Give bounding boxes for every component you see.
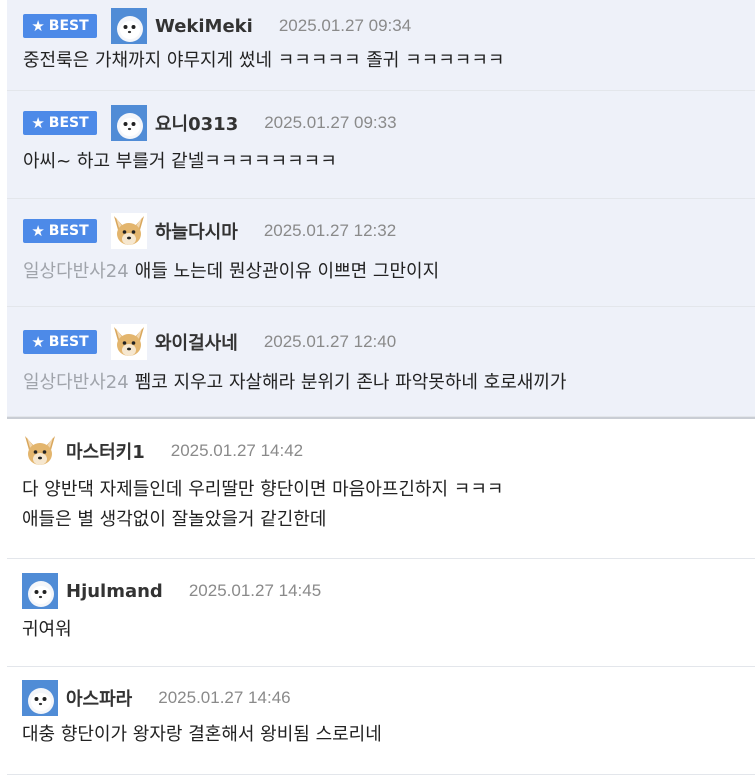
comment-body: 귀여워: [22, 615, 755, 645]
comment-line: 대충 향단이가 왕자랑 결혼해서 왕비됨 스로리네: [22, 720, 755, 750]
best-badge-label: BEST: [48, 223, 89, 239]
comment-body: 일상다반사24 펨코 지우고 자살해라 분위기 존나 파악못하네 호로새끼가: [23, 368, 755, 398]
comment-timestamp: 2025.01.27 14:42: [170, 441, 304, 460]
star-icon: ★: [31, 221, 45, 240]
best-badge: ★ BEST: [23, 330, 97, 354]
comment-body: 다 양반댁 자제들인데 우리딸만 향단이면 마음아프긴하지 ㅋㅋㅋ 애들은 별 생…: [22, 475, 755, 535]
best-badge: ★ BEST: [23, 219, 97, 243]
avatar-seal-icon[interactable]: [22, 680, 58, 716]
user-nickname[interactable]: 와이걸사네: [155, 329, 238, 355]
comment-line: 일상다반사24 펨코 지우고 자살해라 분위기 존나 파악못하네 호로새끼가: [23, 368, 755, 398]
comment-timestamp: 2025.01.27 12:40: [263, 332, 397, 351]
comment: 마스터키1 2025.01.27 14:42 다 양반댁 자제들인데 우리딸만 향단…: [7, 419, 755, 559]
user-nickname[interactable]: 하늘다시마: [155, 218, 238, 244]
comment-header: 아스파라 2025.01.27 14:46: [22, 680, 755, 716]
comment-text: 대충 향단이가 왕자랑 결혼해서 왕비됨 스로리네: [22, 724, 382, 745]
best-badge: ★ BEST: [23, 111, 97, 135]
comment-timestamp: 2025.01.27 14:45: [188, 581, 322, 600]
comment-body: 중전룩은 가채까지 야무지게 썼네 ㅋㅋㅋㅋㅋ 졸귀 ㅋㅋㅋㅋㅋㅋ: [23, 46, 755, 76]
best-comment: ★ BEST 와이걸사네 2025.01.27 12:40 일상다반사24 펨코 지우고 …: [7, 307, 755, 417]
best-comment: ★ BEST WekiMeki 2025.01.27 09:34 중전룩은 가채까지 야…: [7, 0, 755, 91]
comment-header: ★ BEST 요니0313 2025.01.27 09:33: [23, 105, 755, 141]
best-badge-label: BEST: [48, 334, 89, 350]
user-nickname[interactable]: 마스터키1: [66, 438, 145, 464]
comment-text: 펨코 지우고 자살해라 분위기 존나 파악못하네 호로새끼가: [134, 372, 567, 393]
user-nickname[interactable]: 아스파라: [66, 685, 132, 711]
star-icon: ★: [31, 113, 45, 132]
comment-line: 귀여워: [22, 615, 755, 645]
avatar-dog-icon[interactable]: [22, 433, 58, 469]
comment-header: ★ BEST 하늘다시마 2025.01.27 12:32: [23, 213, 755, 249]
best-comment: ★ BEST 하늘다시마 2025.01.27 12:32 일상다반사24 애들 노는데 …: [7, 199, 755, 307]
comment-list: ★ BEST WekiMeki 2025.01.27 09:34 중전룩은 가채까지 야…: [0, 0, 755, 775]
best-badge: ★ BEST: [23, 14, 97, 38]
board-tag[interactable]: 일상다반사24: [23, 261, 129, 282]
avatar-seal-icon[interactable]: [22, 573, 58, 609]
comment-body: 아씨~ 하고 부를거 같넬ㅋㅋㅋㅋㅋㅋㅋㅋ: [23, 147, 755, 177]
comment-header: Hjulmand 2025.01.27 14:45: [22, 573, 755, 609]
user-nickname[interactable]: Hjulmand: [66, 581, 163, 602]
comment-line: 다 양반댁 자제들인데 우리딸만 향단이면 마음아프긴하지 ㅋㅋㅋ: [22, 475, 755, 505]
comment: 아스파라 2025.01.27 14:46 대충 향단이가 왕자랑 결혼해서 왕비됨…: [7, 667, 755, 775]
comment-line: 아씨~ 하고 부를거 같넬ㅋㅋㅋㅋㅋㅋㅋㅋ: [23, 147, 755, 177]
comment-timestamp: 2025.01.27 14:46: [158, 688, 291, 707]
avatar-dog-icon[interactable]: [111, 324, 147, 360]
avatar-seal-icon[interactable]: [111, 8, 147, 44]
comment-header: ★ BEST WekiMeki 2025.01.27 09:34: [23, 8, 755, 44]
comment-timestamp: 2025.01.27 12:32: [263, 221, 397, 240]
comment-text: 귀여워: [22, 619, 72, 640]
best-comment: ★ BEST 요니0313 2025.01.27 09:33 아씨~ 하고 부를거 같넬…: [7, 91, 755, 199]
star-icon: ★: [31, 16, 45, 35]
comment: Hjulmand 2025.01.27 14:45 귀여워: [7, 559, 755, 667]
comment-body: 대충 향단이가 왕자랑 결혼해서 왕비됨 스로리네: [22, 720, 755, 750]
avatar-seal-icon[interactable]: [111, 105, 147, 141]
best-badge-label: BEST: [48, 18, 89, 34]
user-nickname[interactable]: WekiMeki: [155, 16, 253, 37]
comment-text: 중전룩은 가채까지 야무지게 썼네 ㅋㅋㅋㅋㅋ 졸귀 ㅋㅋㅋㅋㅋㅋ: [23, 50, 505, 71]
comment-timestamp: 2025.01.27 09:33: [264, 113, 397, 132]
board-tag[interactable]: 일상다반사24: [23, 372, 129, 393]
comment-header: ★ BEST 와이걸사네 2025.01.27 12:40: [23, 324, 755, 360]
comment-line: 애들은 별 생각없이 잘놀았을거 같긴한데: [22, 505, 755, 535]
best-badge-label: BEST: [48, 115, 89, 131]
comment-line: 일상다반사24 애들 노는데 뭔상관이유 이쁘면 그만이지: [23, 257, 755, 287]
star-icon: ★: [31, 332, 45, 351]
comment-line: 중전룩은 가채까지 야무지게 썼네 ㅋㅋㅋㅋㅋ 졸귀 ㅋㅋㅋㅋㅋㅋ: [23, 46, 755, 76]
comment-timestamp: 2025.01.27 09:34: [278, 16, 412, 35]
avatar-dog-icon[interactable]: [111, 213, 147, 249]
comment-text: 애들 노는데 뭔상관이유 이쁘면 그만이지: [134, 261, 440, 282]
comment-header: 마스터키1 2025.01.27 14:42: [22, 433, 755, 469]
user-nickname[interactable]: 요니0313: [155, 110, 238, 136]
comment-text: 다 양반댁 자제들인데 우리딸만 향단이면 마음아프긴하지 ㅋㅋㅋ: [22, 479, 504, 500]
comment-text: 애들은 별 생각없이 잘놀았을거 같긴한데: [22, 509, 327, 530]
comment-text: 아씨~ 하고 부를거 같넬ㅋㅋㅋㅋㅋㅋㅋㅋ: [23, 151, 337, 172]
comment-body: 일상다반사24 애들 노는데 뭔상관이유 이쁘면 그만이지: [23, 257, 755, 287]
